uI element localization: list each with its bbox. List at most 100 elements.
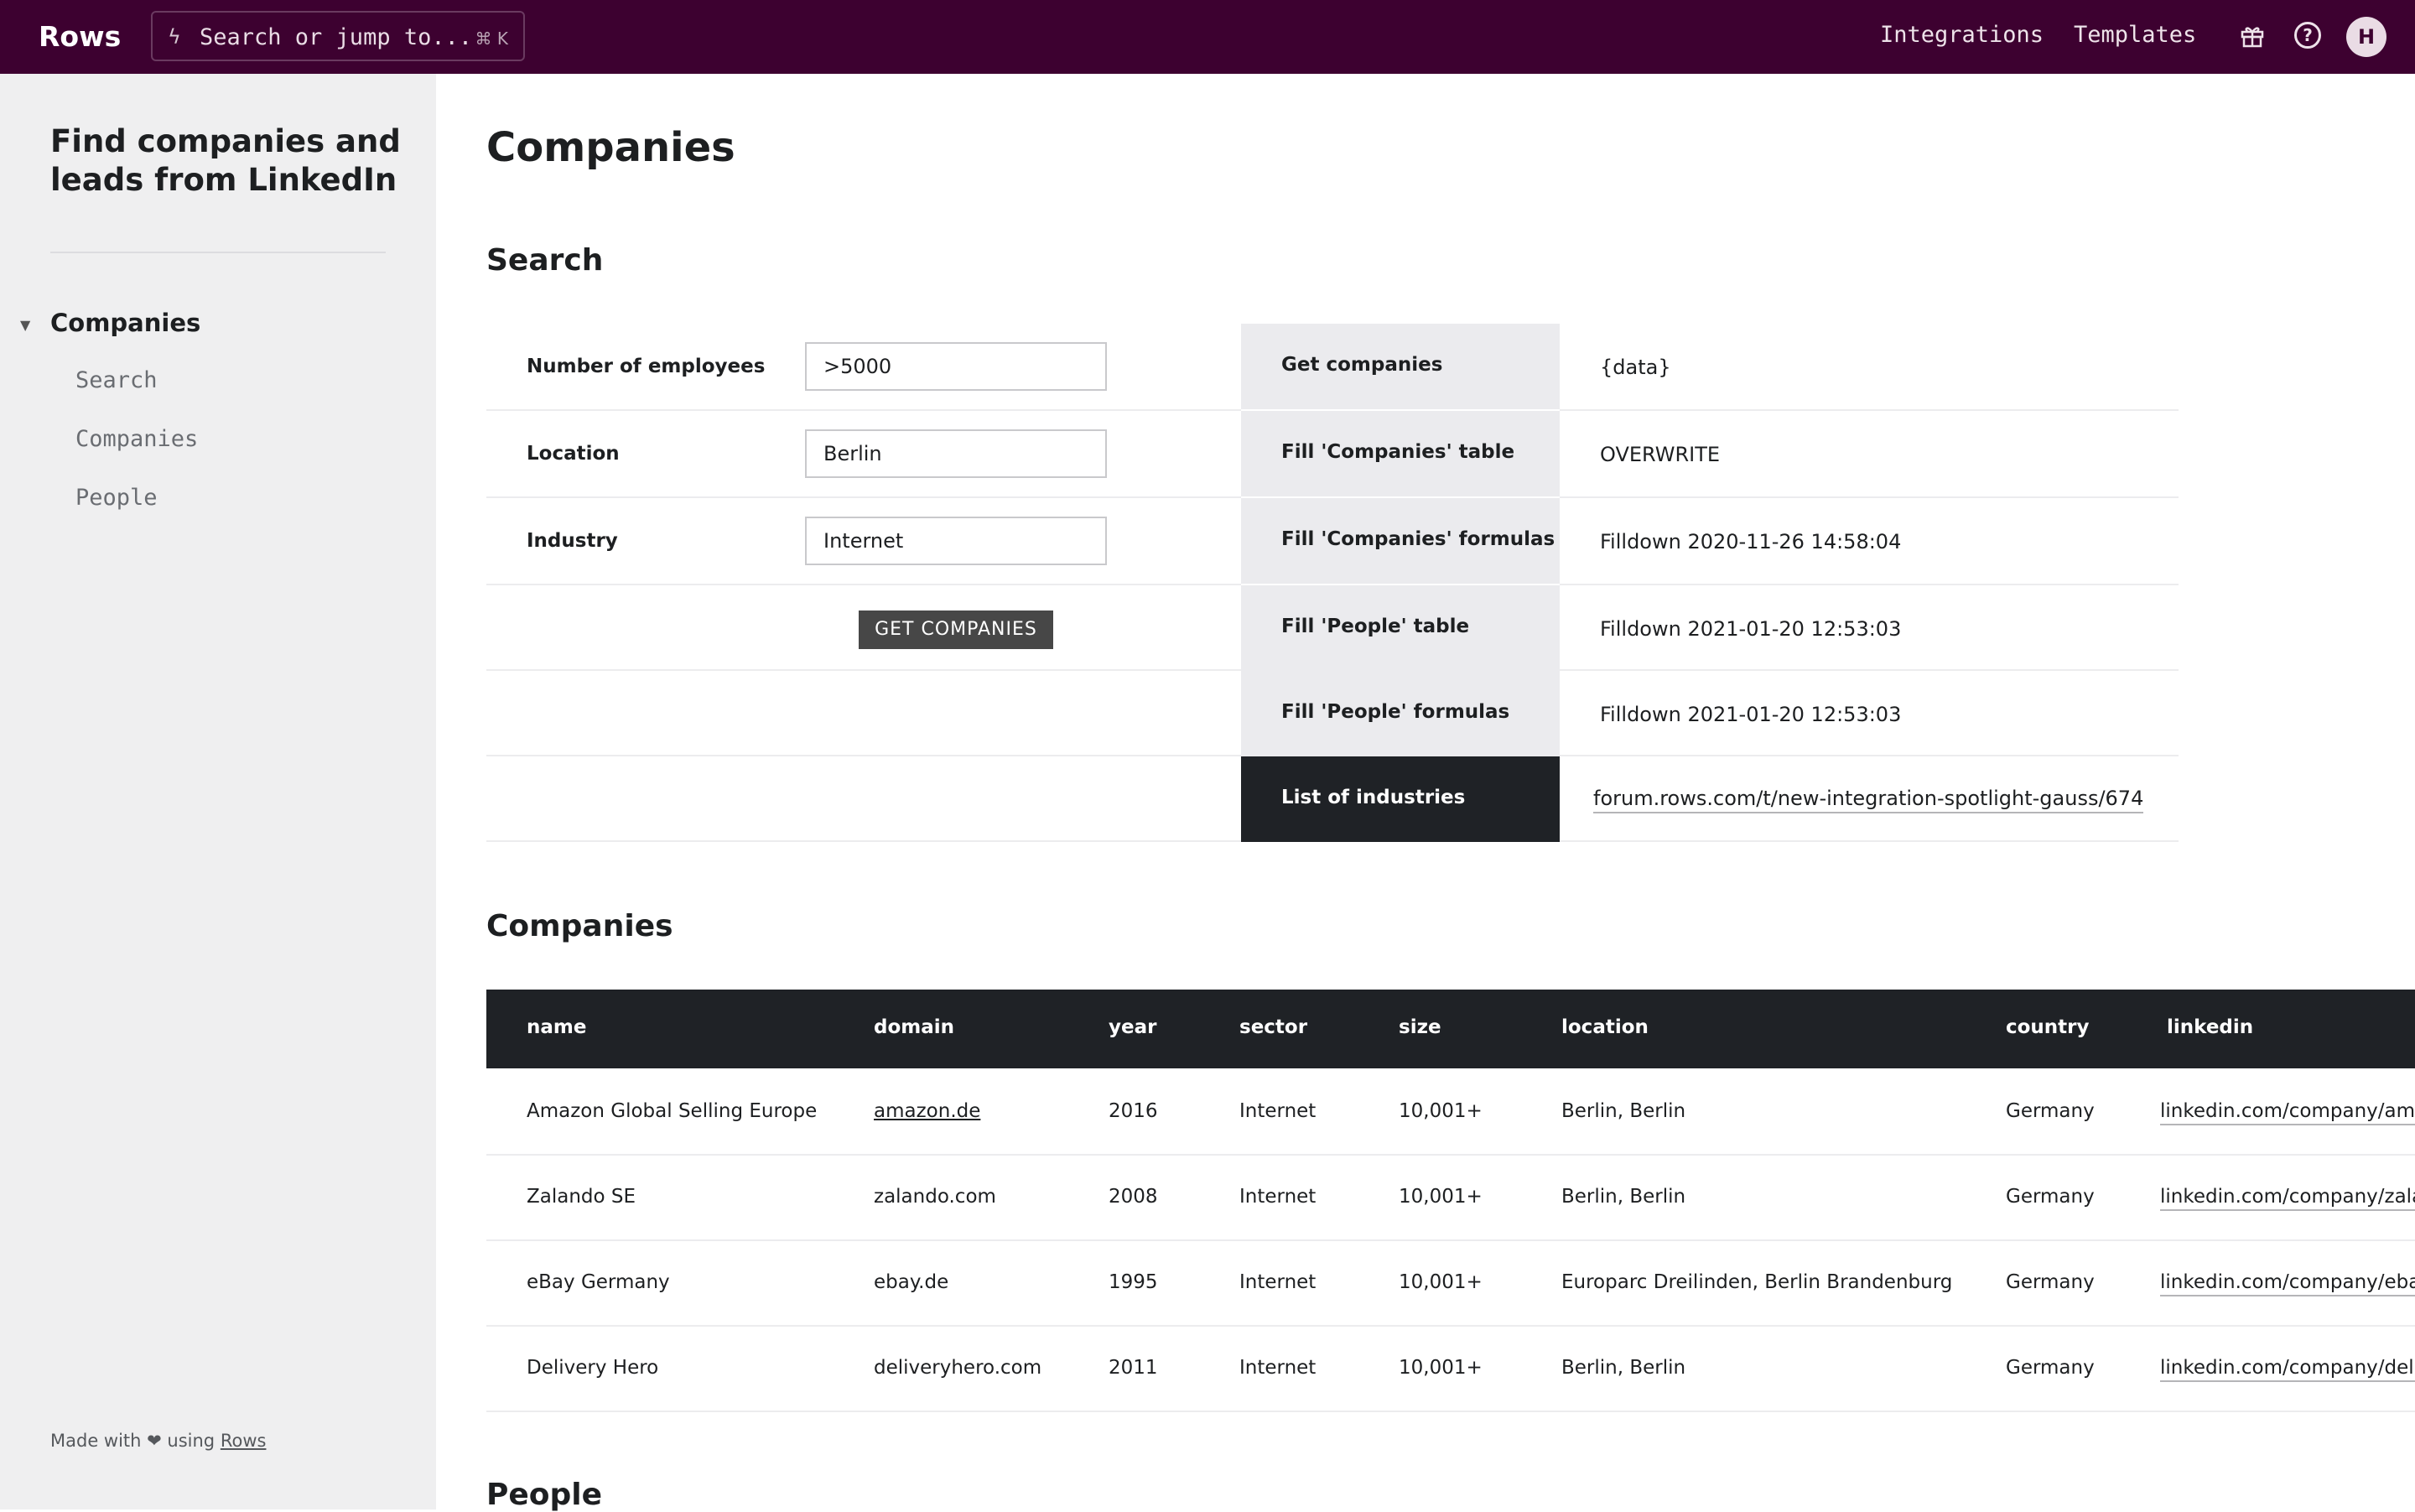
people-heading: People: [486, 1478, 603, 1512]
cell-size: 10,001+: [1399, 1186, 1483, 1208]
column-header-year[interactable]: year: [1109, 1016, 1156, 1038]
cell-sector: Internet: [1239, 1271, 1317, 1293]
cell-location: Berlin, Berlin: [1561, 1100, 1686, 1122]
row-divider: [1560, 584, 2179, 585]
search-box[interactable]: ϟ Search or jump to... ⌘ K: [151, 11, 525, 61]
cell-domain-link[interactable]: amazon.de: [874, 1100, 980, 1122]
footer-rows-link[interactable]: Rows: [221, 1431, 267, 1451]
row-divider: [486, 584, 1241, 585]
footer-text: Made with ❤ using: [50, 1431, 216, 1451]
column-header-country[interactable]: country: [2006, 1016, 2090, 1038]
cell-country: Germany: [2006, 1186, 2095, 1208]
toc-item-people[interactable]: People: [75, 485, 158, 511]
row-divider: [486, 755, 1241, 756]
cell-country: Germany: [2006, 1100, 2095, 1122]
row-divider: [486, 840, 1241, 842]
rows-logo[interactable]: Rows: [39, 20, 121, 53]
gift-icon[interactable]: [2239, 22, 2266, 49]
cell-location: Berlin, Berlin: [1561, 1186, 1686, 1208]
field-label-industry: Industry: [527, 530, 618, 552]
help-icon[interactable]: ?: [2294, 22, 2321, 49]
action-key-fill-people-formulas: Fill 'People' formulas: [1241, 671, 1560, 756]
action-value-fill-people-formulas: Filldown 2021-01-20 12:53:03: [1600, 703, 1902, 726]
row-divider: [486, 1239, 2415, 1241]
row-divider: [1560, 840, 2179, 842]
avatar[interactable]: H: [2346, 17, 2386, 57]
cell-sector: Internet: [1239, 1357, 1317, 1379]
toc-item-search[interactable]: Search: [75, 367, 158, 393]
footer: Made with ❤ using Rows: [50, 1431, 266, 1451]
action-value-fill-companies-table: OVERWRITE: [1600, 443, 1721, 466]
search-placeholder: Search or jump to...: [200, 24, 473, 50]
column-header-sector[interactable]: sector: [1239, 1016, 1307, 1038]
row-divider: [486, 669, 1241, 671]
cell-name: Zalando SE: [527, 1186, 636, 1208]
caret-down-icon[interactable]: ▼: [20, 317, 30, 333]
cell-name: Amazon Global Selling Europe: [527, 1100, 818, 1122]
search-shortcut: ⌘ K: [475, 29, 508, 49]
cell-sector: Internet: [1239, 1100, 1317, 1122]
column-header-location[interactable]: location: [1561, 1016, 1649, 1038]
column-header-domain[interactable]: domain: [874, 1016, 954, 1038]
action-key-get-companies: Get companies: [1241, 324, 1560, 409]
cell-linkedin-link[interactable]: linkedin.com/company/deli: [2160, 1357, 2415, 1382]
cell-domain: ebay.de: [874, 1271, 949, 1293]
companies-heading: Companies: [486, 909, 673, 943]
row-divider: [1560, 755, 2179, 756]
row-divider: [486, 496, 1241, 498]
cell-location: Berlin, Berlin: [1561, 1357, 1686, 1379]
cell-sector: Internet: [1239, 1186, 1317, 1208]
location-input[interactable]: Berlin: [805, 429, 1107, 478]
cell-location: Europarc Dreilinden, Berlin Brandenburg: [1561, 1271, 1953, 1293]
industry-input[interactable]: Internet: [805, 517, 1107, 565]
action-value-get-companies: {data}: [1600, 356, 1671, 379]
page-title: Companies: [486, 124, 735, 171]
action-key-fill-companies-table: Fill 'Companies' table: [1241, 411, 1560, 496]
row-divider: [1560, 496, 2179, 498]
row-divider: [1560, 409, 2179, 411]
field-label-employees: Number of employees: [527, 356, 766, 377]
industries-link[interactable]: forum.rows.com/t/new-integration-spotlig…: [1593, 787, 2144, 813]
cell-year: 2008: [1109, 1186, 1158, 1208]
employees-input[interactable]: >5000: [805, 342, 1107, 391]
row-divider: [1560, 669, 2179, 671]
cell-size: 10,001+: [1399, 1357, 1483, 1379]
table-header: [486, 990, 2415, 1068]
column-header-linkedin[interactable]: linkedin: [2167, 1016, 2253, 1038]
bolt-icon: ϟ: [168, 25, 181, 49]
sidebar-divider: [50, 252, 386, 253]
cell-year: 2016: [1109, 1100, 1158, 1122]
cell-country: Germany: [2006, 1357, 2095, 1379]
column-header-size[interactable]: size: [1399, 1016, 1441, 1038]
field-label-location: Location: [527, 443, 620, 465]
cell-domain: zalando.com: [874, 1186, 996, 1208]
action-key-list-of-industries: List of industries: [1241, 756, 1560, 842]
action-key-fill-companies-formulas: Fill 'Companies' formulas: [1241, 498, 1560, 584]
action-value-fill-companies-formulas: Filldown 2020-11-26 14:58:04: [1600, 530, 1902, 553]
search-heading: Search: [486, 243, 604, 278]
cell-year: 1995: [1109, 1271, 1158, 1293]
cell-domain: deliveryhero.com: [874, 1357, 1042, 1379]
get-companies-button[interactable]: GET COMPANIES: [859, 611, 1053, 649]
nav-templates[interactable]: Templates: [2074, 22, 2196, 48]
cell-linkedin-link[interactable]: linkedin.com/company/eba: [2160, 1271, 2415, 1296]
row-divider: [486, 1325, 2415, 1327]
cell-linkedin-link[interactable]: linkedin.com/company/zala: [2160, 1186, 2415, 1211]
cell-name: Delivery Hero: [527, 1357, 659, 1379]
cell-year: 2011: [1109, 1357, 1158, 1379]
cell-size: 10,001+: [1399, 1271, 1483, 1293]
sidebar-title: Find companies and leads from LinkedIn: [50, 123, 401, 198]
cell-name: eBay Germany: [527, 1271, 670, 1293]
cell-linkedin-link[interactable]: linkedin.com/company/ama: [2160, 1100, 2415, 1125]
action-key-fill-people-table: Fill 'People' table: [1241, 585, 1560, 671]
nav-integrations[interactable]: Integrations: [1880, 22, 2044, 48]
row-divider: [486, 409, 1241, 411]
cell-country: Germany: [2006, 1271, 2095, 1293]
action-value-fill-people-table: Filldown 2021-01-20 12:53:03: [1600, 617, 1902, 641]
column-header-name[interactable]: name: [527, 1016, 586, 1038]
sidebar: Find companies and leads from LinkedIn ▼…: [0, 74, 436, 1509]
toc-item-companies[interactable]: Companies: [50, 309, 200, 337]
top-bar: Rows ϟ Search or jump to... ⌘ K Integrat…: [0, 0, 2415, 74]
toc-item-companies-sub[interactable]: Companies: [75, 426, 198, 452]
row-divider: [486, 1411, 2415, 1412]
